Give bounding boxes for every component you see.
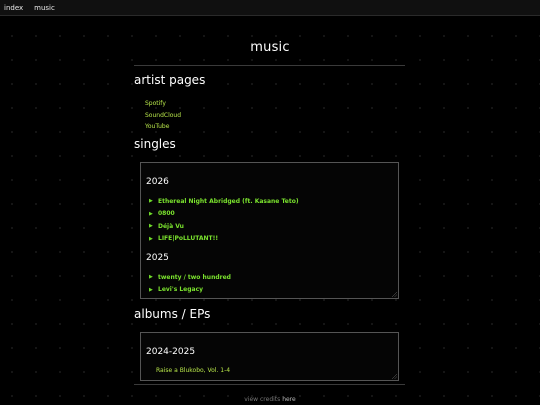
year-heading-2025: 2025 [146,253,169,263]
artist-links-list: Spotify SoundCloud YouTube [145,98,181,133]
tracklist-2025: ▶ twenty / two hundred ▶ Levi's Legacy [149,271,231,296]
spotify-link[interactable]: Spotify [145,98,181,110]
nav-music-link[interactable]: music [34,4,55,12]
credits-link[interactable]: here [282,396,296,403]
track-title[interactable]: twenty / two hundred [158,274,231,281]
play-triangle-icon: ▶ [149,286,153,293]
track-title[interactable]: 0800 [158,210,175,217]
resize-grip-icon[interactable] [392,292,397,297]
track-item[interactable]: ▶ Ethereal Night Abridged (ft. Kasane Te… [149,195,299,208]
singles-box[interactable]: 2026 ▶ Ethereal Night Abridged (ft. Kasa… [140,162,399,299]
singles-heading: singles [134,137,176,151]
play-triangle-icon: ▶ [149,235,153,242]
track-item[interactable]: ▶ twenty / two hundred [149,271,231,284]
track-item[interactable]: ▶ 0800 [149,208,299,221]
artist-pages-heading: artist pages [134,73,206,87]
play-triangle-icon: ▶ [149,198,153,205]
year-heading-2024-2025: 2024-2025 [146,347,196,357]
resize-grip-icon[interactable] [392,374,397,379]
track-title[interactable]: Ethereal Night Abridged (ft. Kasane Teto… [158,198,299,205]
play-triangle-icon: ▶ [149,210,153,217]
albums-heading: albums / EPs [134,307,211,321]
track-title[interactable]: Levi's Legacy [158,286,203,293]
albums-box[interactable]: 2024-2025 Raise a Blukobo, Vol. 1-4 [140,332,399,381]
album-link[interactable]: Raise a Blukobo, Vol. 1-4 [156,367,230,374]
credits-footer: view credits here [0,396,540,403]
track-title[interactable]: Déjà Vu [158,223,184,230]
tracklist-2026: ▶ Ethereal Night Abridged (ft. Kasane Te… [149,195,299,245]
nav-index-link[interactable]: index [4,4,23,12]
page-title: music [250,40,290,55]
title-divider [134,65,405,66]
footer-divider [134,384,405,385]
track-item[interactable]: ▶ LIFE|PoLLUTANT!! [149,233,299,246]
track-title[interactable]: LIFE|PoLLUTANT!! [158,235,218,242]
youtube-link[interactable]: YouTube [145,121,181,133]
track-item[interactable]: ▶ Déjà Vu [149,220,299,233]
credits-text: view credits [244,396,283,403]
play-triangle-icon: ▶ [149,223,153,230]
top-navigation: index music [0,0,540,16]
soundcloud-link[interactable]: SoundCloud [145,110,181,122]
year-heading-2026: 2026 [146,177,169,187]
track-item[interactable]: ▶ Levi's Legacy [149,284,231,297]
play-triangle-icon: ▶ [149,274,153,281]
